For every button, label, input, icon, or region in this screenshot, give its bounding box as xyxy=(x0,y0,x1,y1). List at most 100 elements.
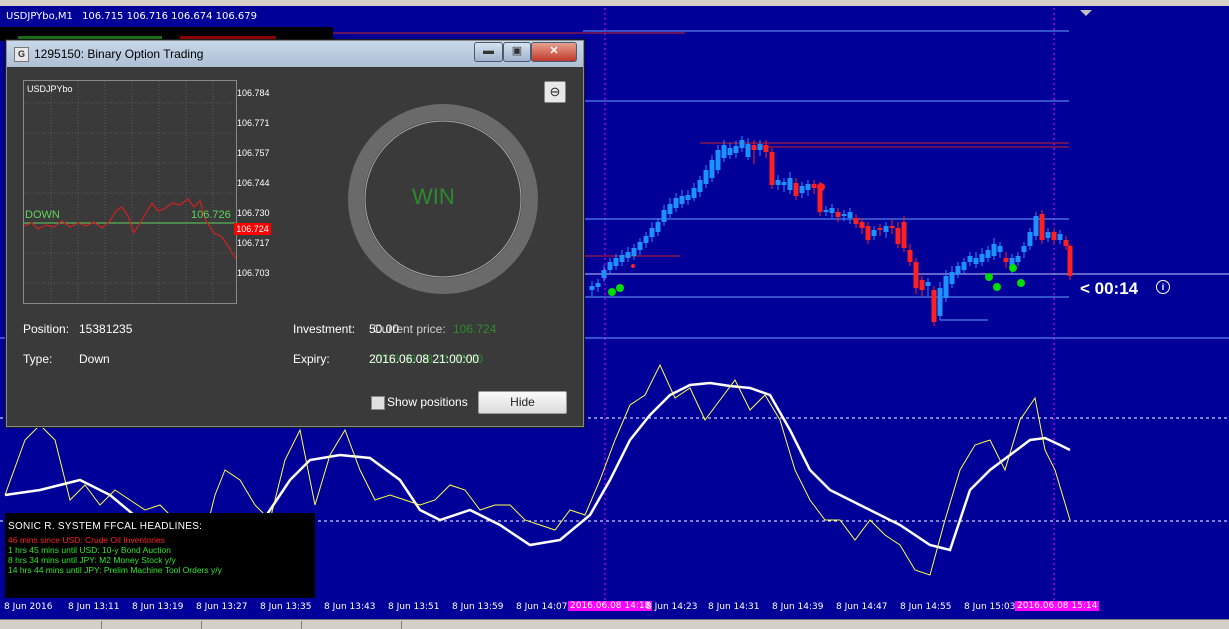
candle-body xyxy=(715,150,721,170)
headline-item: 46 mins since USD: Crude Oil Inventories xyxy=(8,535,165,545)
headline-item: 1 hrs 45 mins until USD: 10-y Bond Aucti… xyxy=(8,545,171,555)
show-positions-label[interactable]: Show positions xyxy=(387,395,468,409)
signal-dot xyxy=(616,284,624,292)
candle-body xyxy=(727,148,733,155)
candle-body xyxy=(1067,246,1073,276)
mini-price-line xyxy=(24,198,236,260)
type-label: Type: xyxy=(23,352,53,366)
maximize-button[interactable]: ▣ xyxy=(503,42,531,62)
candle-body xyxy=(973,258,979,264)
headline-item: 8 hrs 34 mins until JPY: M2 Money Stock … xyxy=(8,555,176,565)
candle-body xyxy=(763,145,769,152)
mini-price-chart xyxy=(23,80,237,304)
candle-body xyxy=(625,252,631,258)
candle-body xyxy=(601,270,607,278)
candle-body xyxy=(907,250,913,262)
binary-option-dialog: G 1295150: Binary Option Trading ▬ ▣ ✕ U… xyxy=(6,40,584,427)
candle-body xyxy=(679,196,685,204)
candle-body xyxy=(709,160,715,178)
candle-body xyxy=(979,254,985,262)
candle-body xyxy=(631,248,637,256)
price-tick: 106.703 xyxy=(237,268,270,278)
candle-body xyxy=(991,244,997,256)
candle-body xyxy=(667,204,673,214)
hide-button[interactable]: Hide xyxy=(478,391,567,414)
direction-label: DOWN xyxy=(25,209,60,221)
signal-dot xyxy=(985,273,993,281)
headlines-header: SONIC R. SYSTEM FFCAL HEADLINES: xyxy=(8,521,203,532)
candle-body xyxy=(787,178,793,190)
candle-body xyxy=(691,188,697,198)
minimize-button[interactable]: ▬ xyxy=(474,42,503,62)
dialog-title: 1295150: Binary Option Trading xyxy=(34,47,204,61)
time-axis-label: 8 Jun 13:19 xyxy=(132,602,184,612)
price-tick: 106.757 xyxy=(237,148,270,158)
signal-dot xyxy=(1009,264,1017,272)
signal-dot xyxy=(817,183,825,191)
candle-body xyxy=(613,258,619,266)
candle-body xyxy=(967,256,973,262)
current-price-value: 106.724 xyxy=(453,322,497,336)
candle-body xyxy=(643,236,649,243)
candle-body xyxy=(925,282,931,286)
candle-body xyxy=(1003,258,1009,262)
time-axis-label: 8 Jun 14:31 xyxy=(708,602,760,612)
candle-body xyxy=(673,198,679,208)
time-axis-label: 8 Jun 14:55 xyxy=(900,602,952,612)
investment-value: 50.00 xyxy=(369,322,400,336)
signal-dot xyxy=(1017,279,1025,287)
candle-body xyxy=(745,144,751,157)
candle-body xyxy=(775,180,781,185)
candle-body xyxy=(889,226,895,228)
signal-dot xyxy=(608,288,616,296)
expiry-label: Expiry: xyxy=(293,352,330,366)
price-tick: 106.744 xyxy=(237,178,270,188)
candle-body xyxy=(1027,232,1033,246)
candle-body xyxy=(811,184,817,188)
time-axis-label: 8 Jun 15:03 xyxy=(964,602,1016,612)
timer-info-icon: i xyxy=(1156,280,1170,294)
candle-body xyxy=(919,280,925,290)
time-axis-label: 8 Jun 13:35 xyxy=(260,602,312,612)
candle-body xyxy=(847,212,853,218)
dialog-titlebar[interactable]: G 1295150: Binary Option Trading ▬ ▣ ✕ xyxy=(7,41,583,67)
type-value: Down xyxy=(79,352,110,366)
time-axis-label: 2016.06.08 14:18 xyxy=(568,601,653,611)
candle-body xyxy=(1051,232,1057,240)
time-axis-label: 8 Jun 14:23 xyxy=(646,602,698,612)
candle-body xyxy=(871,230,877,236)
close-button[interactable]: ✕ xyxy=(531,42,577,62)
time-axis-label: 8 Jun 13:43 xyxy=(324,602,376,612)
expiry-value: 2016.06.08 21:00:00 xyxy=(369,352,480,366)
candle-body xyxy=(733,146,739,153)
time-axis-label: 8 Jun 13:59 xyxy=(452,602,504,612)
position-value: 15381235 xyxy=(79,322,133,336)
candle-body xyxy=(883,226,889,232)
candle-body xyxy=(751,145,757,150)
result-text: WIN xyxy=(412,184,455,209)
headline-item: 14 hrs 44 mins until JPY: Prelim Machine… xyxy=(8,565,222,575)
candle-body xyxy=(961,262,967,270)
candle-body xyxy=(703,170,709,184)
candle-body xyxy=(895,228,901,244)
candle-body xyxy=(685,195,691,200)
candle-body xyxy=(859,222,865,228)
candle-body xyxy=(949,272,955,284)
candle-body xyxy=(781,182,787,185)
candle-timer: < 00:14 xyxy=(1080,279,1139,298)
candle-body xyxy=(799,186,805,193)
candle-body xyxy=(901,222,907,248)
candle-body xyxy=(835,212,841,217)
show-positions-checkbox[interactable] xyxy=(371,396,385,410)
candle-body xyxy=(607,262,613,270)
candle-body xyxy=(595,283,601,287)
strike-price: 106.726 xyxy=(191,209,231,221)
candle-body xyxy=(817,188,823,212)
candle-body xyxy=(943,276,949,298)
current-price-tag: 106.724 xyxy=(234,223,271,235)
time-axis-label: 8 Jun 2016 xyxy=(4,602,53,612)
price-tick: 106.784 xyxy=(237,88,270,98)
candle-body xyxy=(1045,232,1051,238)
candle-body xyxy=(637,242,643,250)
candle-body xyxy=(1063,240,1069,246)
